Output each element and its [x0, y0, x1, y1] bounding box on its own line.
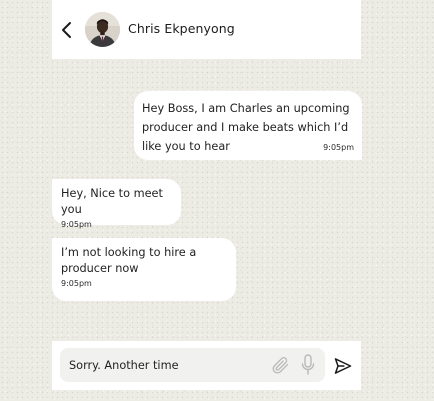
contact-avatar-photo — [85, 12, 120, 47]
message-incoming: I’m not looking to hire a producer now 9… — [52, 238, 236, 301]
message-incoming: Hey, Nice to meet you 9:05pm — [52, 179, 181, 229]
message-time: 9:05pm — [61, 279, 92, 288]
contact-name[interactable]: Chris Ekpenyong — [128, 21, 235, 36]
send-button[interactable] — [333, 356, 353, 376]
chevron-left-icon — [62, 22, 71, 38]
attach-button[interactable] — [270, 355, 290, 375]
send-icon — [334, 358, 352, 374]
chat-panel: Chris Ekpenyong Hey Boss, I am Charles a… — [52, 0, 362, 401]
paperclip-icon — [272, 357, 289, 374]
back-button[interactable] — [59, 18, 75, 42]
message-time: 9:05pm — [61, 220, 92, 229]
message-composer — [52, 341, 361, 390]
avatar[interactable] — [85, 12, 120, 47]
message-text: I’m not looking to hire a producer now — [61, 246, 197, 275]
microphone-icon — [301, 354, 315, 375]
message-outgoing: Hey Boss, I am Charles an upcoming produ… — [134, 91, 362, 160]
message-text: Hey, Nice to meet you — [61, 187, 163, 216]
message-time: 9:05pm — [323, 143, 354, 152]
microphone-button[interactable] — [301, 354, 315, 376]
chat-header: Chris Ekpenyong — [52, 0, 361, 59]
